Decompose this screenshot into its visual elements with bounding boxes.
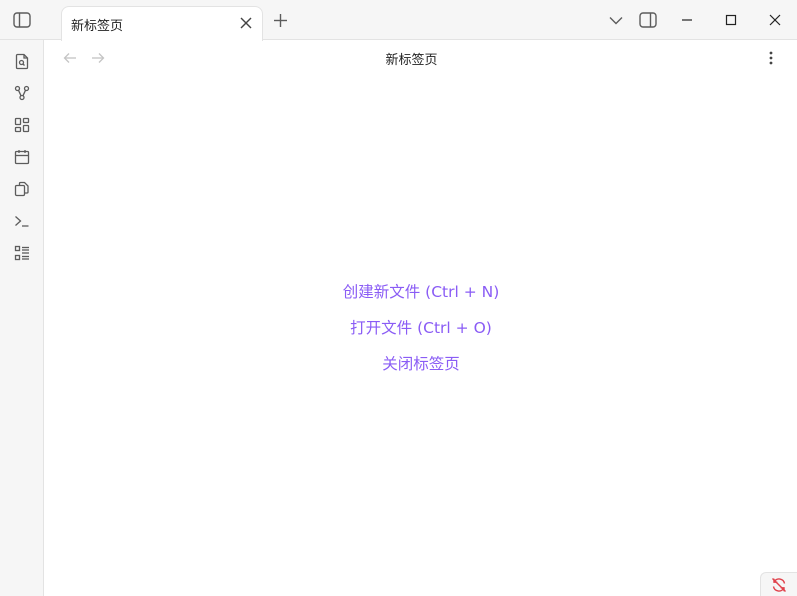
right-sidebar-toggle-icon[interactable] xyxy=(639,11,657,29)
sync-error-icon[interactable] xyxy=(760,572,797,596)
view-title: 新标签页 xyxy=(385,53,438,68)
close-icon[interactable] xyxy=(238,15,254,31)
left-ribbon xyxy=(0,40,44,596)
plus-icon[interactable] xyxy=(272,12,289,29)
title-bar: 新标签页 xyxy=(0,0,797,41)
calendar-icon[interactable] xyxy=(12,147,32,167)
terminal-icon[interactable] xyxy=(12,211,32,231)
more-options-icon[interactable] xyxy=(762,49,780,67)
empty-state-actions: 创建新文件 (Ctrl + N) 打开文件 (Ctrl + O) 关闭标签页 xyxy=(45,280,797,388)
copy-icon[interactable] xyxy=(12,179,32,199)
close-tab-link[interactable]: 关闭标签页 xyxy=(382,352,460,388)
tab-title: 新标签页 xyxy=(71,19,124,34)
graph-icon[interactable] xyxy=(12,83,32,103)
view-header: 新标签页 xyxy=(45,40,797,76)
open-file-link[interactable]: 打开文件 (Ctrl + O) xyxy=(350,316,492,352)
chevron-down-icon[interactable] xyxy=(607,12,625,28)
sidebar-toggle-icon[interactable] xyxy=(12,11,32,29)
maximize-icon[interactable] xyxy=(721,10,741,30)
list-icon[interactable] xyxy=(12,243,32,263)
tab-new-tab[interactable]: 新标签页 xyxy=(61,6,263,41)
window-close-icon[interactable] xyxy=(765,10,785,30)
create-new-file-link[interactable]: 创建新文件 (Ctrl + N) xyxy=(343,280,500,316)
minimize-icon[interactable] xyxy=(677,10,697,30)
canvas-icon[interactable] xyxy=(12,115,32,135)
